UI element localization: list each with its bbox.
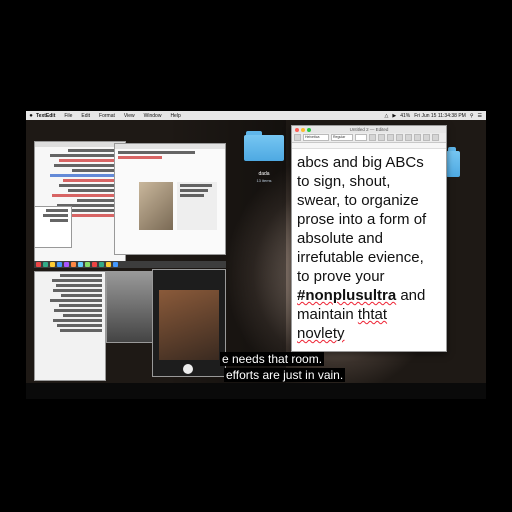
camera-photo[interactable]: [159, 290, 219, 360]
menu-app-name[interactable]: TextEdit: [36, 113, 55, 119]
underline-button[interactable]: [396, 134, 403, 141]
mirrored-card: [34, 206, 72, 248]
font-family-select[interactable]: Helvetica: [303, 134, 329, 141]
menu-help[interactable]: Help: [170, 113, 180, 119]
paragraph-style-button[interactable]: [294, 134, 301, 141]
misspelled-thtat: thtat: [357, 306, 388, 323]
align-right-button[interactable]: [423, 134, 430, 141]
text-line-7: to prove your: [297, 268, 385, 285]
text-line-2: to sign, shout,: [297, 173, 391, 190]
video-letterbox: [26, 383, 486, 399]
subtitle-line-1: e needs that room.: [220, 352, 325, 366]
text-line-1: abcs and big ABCs: [297, 154, 424, 171]
mirrored-text-window: [34, 271, 106, 381]
text-line-4: prose into a form of: [297, 211, 427, 228]
menu-edit[interactable]: Edit: [81, 113, 90, 119]
text-line-6: irrefutable evience,: [297, 249, 424, 266]
browser-window-center: [114, 143, 226, 255]
status-area: △ ▶ 41% Fri Jun 15 11:34:38 PM ⚲ ☰: [385, 111, 483, 120]
menu-format[interactable]: Format: [99, 113, 115, 119]
text-line-5: absolute and: [297, 230, 383, 247]
window-title: Untitled 2 — Edited: [349, 127, 389, 132]
wifi-icon[interactable]: △: [385, 113, 389, 119]
spotlight-icon[interactable]: ⚲: [470, 113, 474, 119]
page-text-block: [177, 182, 217, 230]
misspelled-novlety: novlety: [297, 325, 345, 342]
folder-dada-icon[interactable]: [244, 131, 284, 161]
volume-icon[interactable]: ▶: [392, 113, 396, 119]
italic-button[interactable]: [387, 134, 394, 141]
menu-bar: ● TextEdit File Edit Format View Window …: [26, 111, 486, 120]
format-toolbar: Helvetica Regular: [292, 133, 446, 143]
font-style-select[interactable]: Regular: [331, 134, 353, 141]
window-titlebar: [35, 142, 125, 147]
text-line-9: maintain thtat: [297, 305, 441, 324]
text-color-button[interactable]: [369, 134, 376, 141]
folder-dada-label: dada: [258, 171, 270, 177]
dock-strip: [34, 261, 226, 268]
bw-photo[interactable]: [106, 271, 156, 343]
menu-view[interactable]: View: [124, 113, 135, 119]
shutter-button[interactable]: [183, 364, 193, 374]
text-line-10: novlety: [297, 324, 441, 343]
text-line-8: #nonplusultra and: [297, 286, 441, 305]
document-text-area[interactable]: abcs and big ABCs to sign, shout, swear,…: [292, 149, 446, 343]
align-left-button[interactable]: [405, 134, 412, 141]
desktop-screen: ● TextEdit File Edit Format View Window …: [26, 111, 486, 399]
maintain-text: maintain: [297, 306, 358, 323]
menu-window[interactable]: Window: [144, 113, 162, 119]
folder-dada-count: 13 items: [256, 178, 272, 183]
textedit-titlebar: Untitled 2 — Edited: [292, 126, 446, 133]
list-button[interactable]: [432, 134, 439, 141]
phone-camera-view: [152, 269, 226, 377]
battery-percent[interactable]: 41%: [400, 113, 410, 119]
align-center-button[interactable]: [414, 134, 421, 141]
notification-center-icon[interactable]: ☰: [478, 113, 482, 119]
bold-button[interactable]: [378, 134, 385, 141]
font-size-select[interactable]: [355, 134, 367, 141]
artwork-thumbnail[interactable]: [139, 182, 173, 230]
text-line-3: swear, to organize: [297, 192, 419, 209]
folder-edge-icon[interactable]: [446, 147, 460, 177]
hashtag-text: #nonplusultra: [297, 287, 397, 304]
apple-menu-icon[interactable]: ●: [26, 113, 36, 119]
menubar-clock[interactable]: Fri Jun 15 11:34:38 PM: [414, 113, 466, 119]
subtitle-line-2: efforts are just in vain.: [224, 368, 346, 382]
menu-file[interactable]: File: [64, 113, 72, 119]
hashtag-tail: and: [396, 287, 426, 304]
textedit-window: Untitled 2 — Edited Helvetica Regular ab…: [291, 125, 447, 352]
